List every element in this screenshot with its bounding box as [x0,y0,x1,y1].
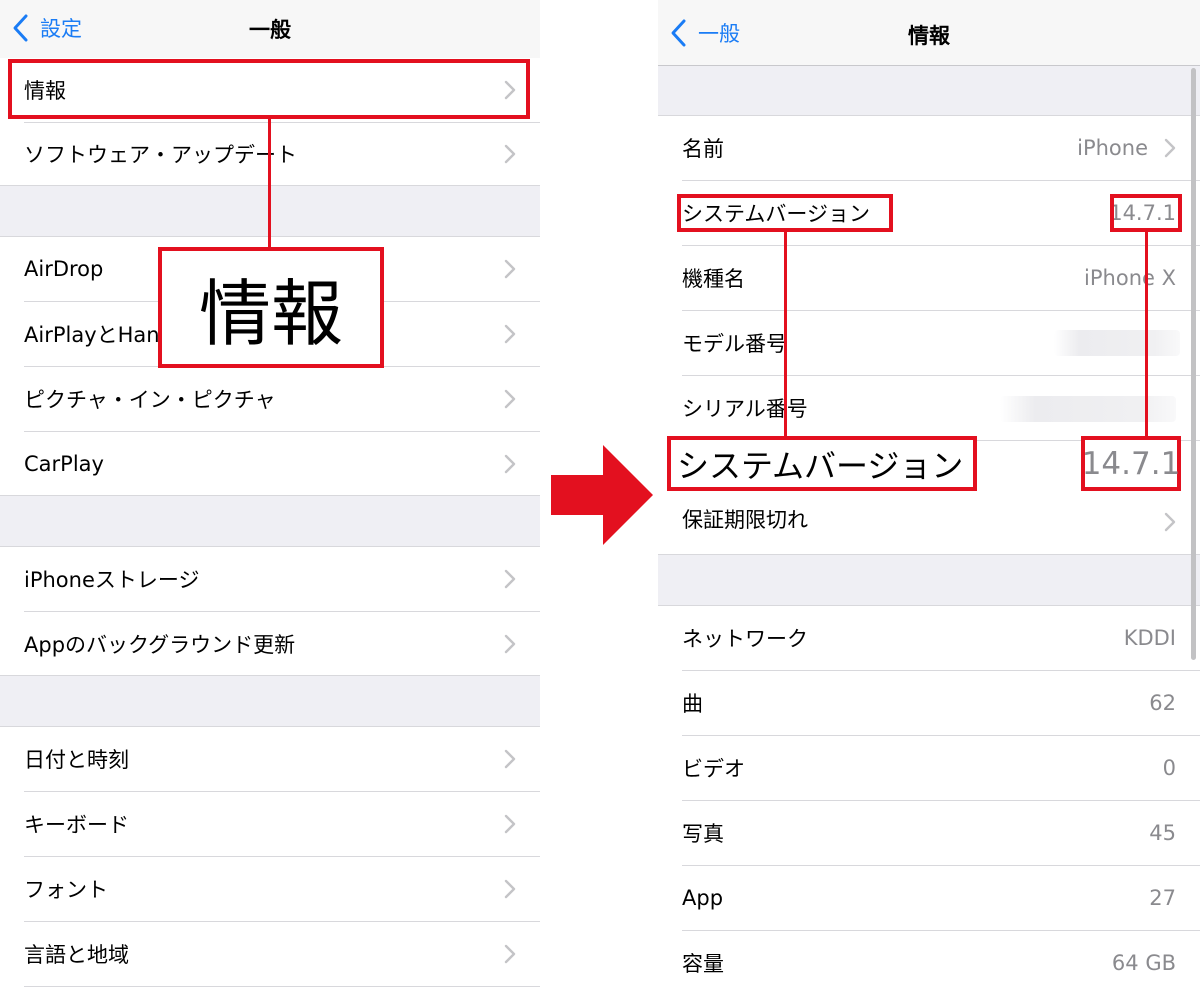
settings-row-label: Appのバックグラウンド更新 [24,632,296,657]
about-row-label: 機種名 [682,267,745,291]
settings-row-date-time[interactable]: 日付と時刻 [0,727,540,791]
settings-row-fonts[interactable]: フォント [0,857,540,921]
about-row-value: 62 [1149,691,1176,715]
chevron-right-icon [504,879,516,899]
settings-row-picture-in-picture[interactable]: ピクチャ・イン・ピクチャ [0,367,540,431]
chevron-right-icon [1164,138,1176,158]
about-row-label: 写真 [682,822,724,846]
section-gap [658,66,1200,116]
callout-connector [1145,232,1148,438]
arrow-right-icon [551,445,653,545]
about-row-label: 名前 [682,137,724,161]
page-title: 一般 [249,18,291,42]
settings-row-label: CarPlay [24,451,104,476]
about-row-videos: ビデオ 0 [658,736,1200,800]
settings-row-label: AirDrop [24,257,104,281]
about-row-value: 27 [1149,886,1176,910]
about-row-label: シリアル番号 [682,397,808,421]
about-row-value: iPhone [1077,136,1148,160]
about-row-label: モデル番号 [682,332,787,356]
callout-connector [268,119,271,249]
chevron-right-icon [504,389,516,409]
about-row-apps: App 27 [658,866,1200,930]
about-row-value: KDDI [1123,626,1176,650]
navigation-bar: 一般 情報 [658,0,1200,66]
settings-row-label: iPhoneストレージ [24,568,200,592]
about-row-label: ビデオ [682,757,745,781]
about-row-value: 45 [1149,821,1176,845]
about-row-label: 曲 [682,692,703,716]
settings-row-label: フォント [24,878,108,902]
about-row-songs: 曲 62 [658,671,1200,735]
system-version-value-highlight [1110,194,1182,232]
settings-row-label: ピクチャ・イン・ピクチャ [24,388,276,412]
about-row-label: 容量 [682,952,724,976]
about-row-capacity: 容量 64 GB [658,931,1200,991]
about-row-network: ネットワーク KDDI [658,606,1200,670]
about-row-label: App [682,886,724,910]
about-row-label: 保証期限切れ [682,508,808,532]
redacted-value [1000,396,1176,422]
settings-row-label: 日付と時刻 [24,748,129,772]
chevron-right-icon [504,944,516,964]
about-row-photos: 写真 45 [658,801,1200,865]
about-row-value: iPhone X [1084,266,1176,290]
settings-row-label: キーボード [24,813,129,837]
about-row-name[interactable]: 名前 iPhone [658,116,1200,180]
row-divider [24,986,540,987]
settings-row-carplay[interactable]: CarPlay [0,432,540,495]
chevron-right-icon [504,569,516,589]
settings-row-label: ソフトウェア・アップデート [24,143,297,167]
section-gap [658,554,1200,606]
settings-row-language-region[interactable]: 言語と地域 [0,922,540,986]
system-version-value-callout: 14.7.1 [1081,436,1181,491]
settings-row-iphone-storage[interactable]: iPhoneストレージ [0,547,540,611]
callout-connector [784,232,787,438]
page-title: 情報 [908,24,950,48]
section-gap [0,495,540,547]
settings-row-keyboard[interactable]: キーボード [0,792,540,856]
scrollbar[interactable] [1191,68,1196,660]
system-version-label-callout: システムバージョン [667,436,977,491]
about-row-serial-number: シリアル番号 [658,376,1200,440]
about-row-highlight [8,59,530,119]
redacted-value [1054,330,1180,356]
about-row-model-name: 機種名 iPhone X [658,246,1200,310]
chevron-right-icon [1164,512,1176,532]
chevron-right-icon [504,634,516,653]
about-row-model-number: モデル番号 [658,311,1200,375]
settings-row-label: 言語と地域 [24,943,129,967]
chevron-right-icon [504,324,516,344]
chevron-right-icon [504,259,516,279]
about-row-value: 64 GB [1111,951,1176,975]
system-version-label-highlight [677,194,893,232]
section-gap [0,675,540,727]
general-settings-screen: 設定 一般 情報 ソフトウェア・アップデート AirDrop AirPlayとH… [0,0,540,991]
settings-row-background-app-refresh[interactable]: Appのバックグラウンド更新 [0,612,540,675]
chevron-right-icon [504,814,516,834]
about-row-label: ネットワーク [682,627,808,651]
chevron-right-icon [504,144,516,164]
navigation-bar: 設定 一般 [0,0,540,58]
about-callout: 情報 [158,247,384,368]
about-row-value: 0 [1162,756,1176,780]
chevron-right-icon [504,749,516,769]
chevron-right-icon [504,454,516,473]
about-screen: 一般 情報 名前 iPhone システムバージョン 14.7.1 機種名 iPh… [658,0,1200,991]
